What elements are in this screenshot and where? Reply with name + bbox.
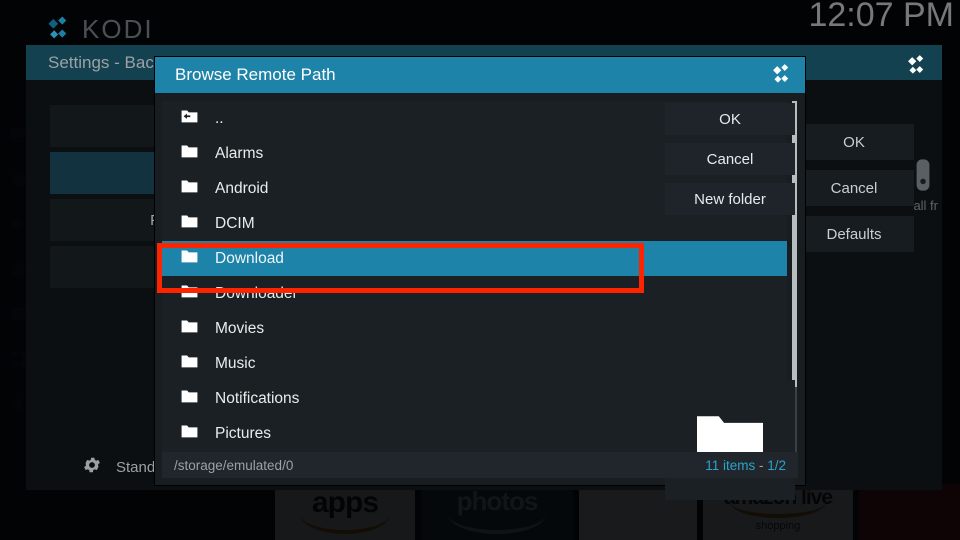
list-item-label: Android	[215, 179, 269, 197]
list-item-downloader[interactable]: Downloader	[162, 276, 787, 311]
folder-icon	[180, 423, 199, 444]
list-item-label: Movies	[215, 319, 265, 337]
list-item-movies[interactable]: Movies	[162, 311, 787, 346]
ok-button[interactable]: OK	[665, 103, 795, 135]
kodi-logo-icon	[771, 62, 793, 89]
folder-up-icon	[180, 108, 199, 129]
remote-device-icon	[912, 158, 934, 197]
folder-icon	[180, 283, 199, 304]
cancel-button-label: Cancel	[706, 150, 754, 168]
count-separator: -	[755, 457, 768, 473]
list-item-label: Alarms	[215, 144, 264, 162]
list-item-download[interactable]: Download	[162, 241, 787, 276]
folder-icon	[180, 388, 199, 409]
settings-ok-button[interactable]: OK	[794, 124, 914, 160]
settings-defaults-button[interactable]: Defaults	[794, 216, 914, 252]
new-folder-button-label: New folder	[694, 190, 766, 208]
gear-icon	[82, 455, 102, 479]
dialog-header: Browse Remote Path	[155, 57, 805, 93]
folder-icon	[180, 178, 199, 199]
folder-icon	[180, 248, 199, 269]
page-indicator: 1/2	[767, 457, 786, 473]
folder-icon	[180, 213, 199, 234]
list-item-label: Download	[215, 249, 284, 267]
list-item-label: Music	[215, 354, 256, 372]
new-folder-button[interactable]: New folder	[665, 183, 795, 215]
list-item-label: DCIM	[215, 214, 255, 232]
kodi-logo-icon	[46, 14, 72, 45]
settings-window-title: Settings - Bac	[48, 52, 154, 72]
list-item-label: Notifications	[215, 389, 300, 407]
system-clock: 12:07 PM	[808, 0, 954, 34]
dialog-body: .. Alarms Android DCIM Download Download…	[155, 93, 805, 500]
settings-cancel-button[interactable]: Cancel	[794, 170, 914, 206]
folder-icon	[180, 318, 199, 339]
cancel-button[interactable]: Cancel	[665, 143, 795, 175]
ok-button-label: OK	[719, 110, 741, 128]
folder-icon	[180, 353, 199, 374]
folder-preview	[665, 380, 795, 500]
settings-ok-label: OK	[843, 133, 865, 151]
settings-defaults-label: Defaults	[826, 225, 882, 243]
kodi-wordmark: KODI	[82, 14, 154, 44]
settings-cancel-label: Cancel	[830, 179, 878, 197]
list-item-music[interactable]: Music	[162, 346, 787, 381]
list-item-label: Downloader	[215, 284, 298, 302]
list-item-label: Pictures	[215, 424, 271, 442]
kodi-logo-icon	[906, 53, 928, 80]
item-count-number: 11 items	[705, 457, 756, 473]
settings-right-partial-text: all fr	[913, 198, 938, 213]
dialog-footer: /storage/emulated/0 11 items - 1/2	[162, 452, 798, 478]
dialog-title: Browse Remote Path	[175, 65, 336, 84]
kodi-brand: KODI	[46, 14, 154, 45]
list-item-label: ..	[215, 109, 224, 127]
browse-remote-path-dialog: Browse Remote Path .. Alarms Android DCI…	[155, 57, 805, 500]
current-path: /storage/emulated/0	[174, 457, 294, 473]
folder-icon	[180, 143, 199, 164]
item-count-status: 11 items - 1/2	[705, 458, 786, 473]
